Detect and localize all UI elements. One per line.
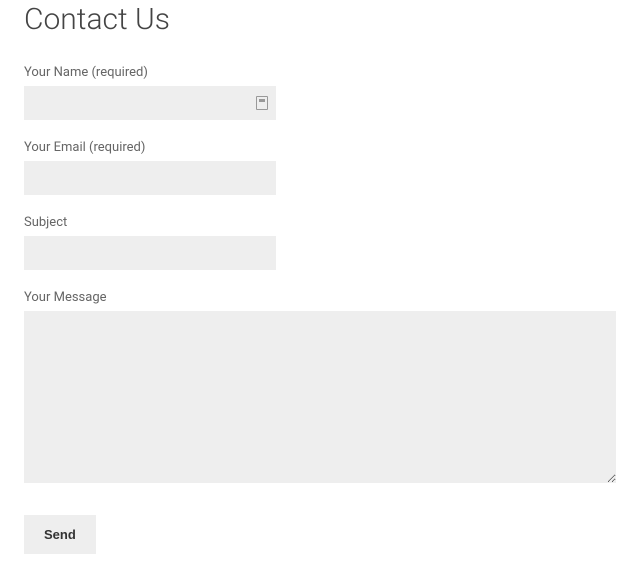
name-input[interactable]	[24, 86, 276, 120]
subject-group: Subject	[24, 215, 616, 270]
message-label: Your Message	[24, 290, 616, 305]
email-label: Your Email (required)	[24, 140, 616, 155]
email-input[interactable]	[24, 161, 276, 195]
name-label: Your Name (required)	[24, 65, 616, 80]
page-title: Contact Us	[24, 2, 616, 37]
subject-label: Subject	[24, 215, 616, 230]
name-group: Your Name (required)	[24, 65, 616, 120]
message-textarea[interactable]	[24, 311, 616, 483]
subject-input[interactable]	[24, 236, 276, 270]
send-button[interactable]: Send	[24, 515, 96, 554]
contact-form: Your Name (required) Your Email (require…	[24, 65, 616, 554]
message-group: Your Message	[24, 290, 616, 487]
email-group: Your Email (required)	[24, 140, 616, 195]
